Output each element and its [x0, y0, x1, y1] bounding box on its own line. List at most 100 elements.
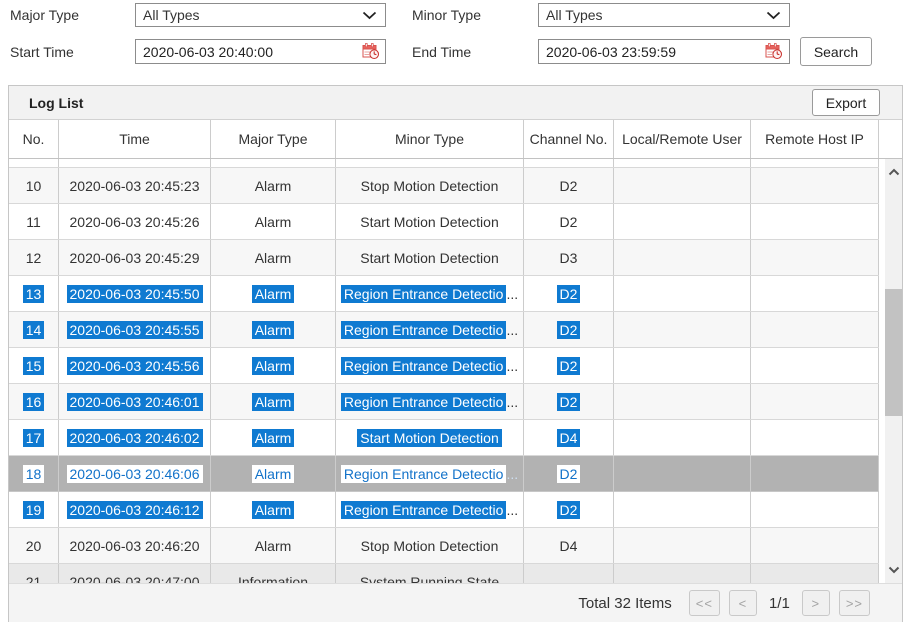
table-cell: [614, 420, 751, 455]
search-button[interactable]: Search: [800, 37, 872, 66]
table-cell: 16: [9, 384, 59, 419]
column-header: Major Type: [211, 120, 336, 158]
table-cell: Alarm: [211, 384, 336, 419]
table-row[interactable]: 112020-06-03 20:45:26AlarmStart Motion D…: [9, 204, 879, 240]
table-cell: 2020-06-03 20:45:56: [59, 348, 211, 383]
table-cell: [751, 492, 879, 527]
table-cell: D2: [524, 312, 614, 347]
end-time-input[interactable]: [538, 39, 790, 64]
highlighted-text: D2: [557, 285, 581, 303]
calendar-icon[interactable]: [362, 43, 380, 60]
table-cell: 19: [9, 492, 59, 527]
last-page-button[interactable]: >>: [839, 590, 870, 616]
log-list-title: Log List: [29, 95, 83, 111]
table-cell: [751, 168, 879, 203]
minor-type-label: Minor Type: [412, 3, 481, 27]
column-header: Time: [59, 120, 211, 158]
table-cell: 2020-06-03 20:46:20: [59, 528, 211, 563]
table-cell: Stop Motion Detection: [336, 168, 524, 203]
table-cell: Region Entrance Detectio...: [336, 492, 524, 527]
table-row[interactable]: 122020-06-03 20:45:29AlarmStart Motion D…: [9, 240, 879, 276]
table-cell: [751, 348, 879, 383]
log-list-header: Log List Export: [9, 86, 902, 120]
table-cell: Start Motion Detection: [336, 204, 524, 239]
table-cell: [751, 564, 879, 583]
ellipsis-text: ...: [506, 466, 518, 482]
highlighted-text: Alarm: [252, 285, 295, 303]
table-body: 102020-06-03 20:45:23AlarmStop Motion De…: [9, 159, 902, 583]
table-cell: D2: [524, 276, 614, 311]
table-cell: Alarm: [211, 348, 336, 383]
table-cell: Information: [211, 564, 336, 583]
highlighted-text: 18: [23, 465, 45, 483]
minor-type-select[interactable]: All Types: [538, 3, 790, 27]
highlighted-text: Alarm: [252, 501, 295, 519]
table-cell: [751, 204, 879, 239]
ellipsis-text: ...: [506, 322, 518, 338]
table-cell: 10: [9, 168, 59, 203]
scroll-down-icon[interactable]: [885, 561, 902, 579]
column-header: No.: [9, 120, 59, 158]
highlighted-text: 2020-06-03 20:46:02: [67, 429, 203, 447]
table-cell: D2: [524, 168, 614, 203]
calendar-icon[interactable]: [765, 43, 783, 60]
export-button[interactable]: Export: [812, 89, 880, 116]
table-cell: Alarm: [211, 528, 336, 563]
table-row[interactable]: 202020-06-03 20:46:20AlarmStop Motion De…: [9, 528, 879, 564]
table-cell: 2020-06-03 20:45:50: [59, 276, 211, 311]
major-type-select[interactable]: All Types: [135, 3, 386, 27]
table-row[interactable]: 152020-06-03 20:45:56AlarmRegion Entranc…: [9, 348, 879, 384]
table-cell: Stop Motion Detection: [336, 528, 524, 563]
table-cell: Alarm: [211, 492, 336, 527]
table-cell: [614, 204, 751, 239]
highlighted-text: Alarm: [252, 357, 295, 375]
prev-page-button[interactable]: <: [729, 590, 757, 616]
table-cell: 2020-06-03 20:45:23: [59, 168, 211, 203]
scrollbar[interactable]: [885, 159, 902, 583]
highlighted-text: Start Motion Detection: [357, 429, 502, 447]
scrollbar-thumb[interactable]: [885, 289, 902, 416]
table-cell: [614, 492, 751, 527]
table-cell: Region Entrance Detectio...: [336, 276, 524, 311]
table-row[interactable]: 132020-06-03 20:45:50AlarmRegion Entranc…: [9, 276, 879, 312]
column-header: Local/Remote User: [614, 120, 751, 158]
table-cell: Region Entrance Detectio...: [336, 456, 524, 491]
highlighted-text: Region Entrance Detectio: [341, 357, 507, 375]
table-cell: [614, 159, 751, 167]
scroll-up-icon[interactable]: [885, 163, 902, 181]
table-row[interactable]: 19 2020-06-03 20:46:12 Alarm Region Entranc…: [9, 492, 879, 528]
total-items-label: Total 32 Items: [578, 595, 671, 612]
table-cell: [614, 276, 751, 311]
highlighted-text: 19: [23, 501, 45, 519]
highlighted-text: Region Entrance Detectio: [341, 501, 507, 519]
highlighted-text: Alarm: [252, 465, 295, 483]
table-row[interactable]: 172020-06-03 20:46:02AlarmStart Motion D…: [9, 420, 879, 456]
highlighted-text: 2020-06-03 20:45:50: [67, 285, 203, 303]
highlighted-text: 14: [23, 321, 45, 339]
column-header: Minor Type: [336, 120, 524, 158]
major-type-label: Major Type: [10, 3, 79, 27]
table-row[interactable]: 162020-06-03 20:46:01AlarmRegion Entranc…: [9, 384, 879, 420]
table-cell: Alarm: [211, 240, 336, 275]
table-row[interactable]: 142020-06-03 20:45:55AlarmRegion Entranc…: [9, 312, 879, 348]
table-cell: [751, 312, 879, 347]
ellipsis-text: ...: [506, 502, 518, 518]
table-row[interactable]: [9, 159, 879, 168]
highlighted-text: 2020-06-03 20:46:12: [67, 501, 203, 519]
table-cell: Alarm: [211, 276, 336, 311]
log-list-panel: Log List Export No.TimeMajor TypeMinor T…: [8, 85, 903, 622]
first-page-button[interactable]: <<: [689, 590, 720, 616]
highlighted-text: 17: [23, 429, 45, 447]
table-row[interactable]: 212020-06-03 20:47:00InformationSystem R…: [9, 564, 879, 583]
chevron-down-icon: [362, 11, 377, 20]
table-cell: [524, 159, 614, 167]
start-time-input[interactable]: [135, 39, 386, 64]
table-cell: [751, 159, 879, 167]
table-cell: Region Entrance Detectio...: [336, 312, 524, 347]
next-page-button[interactable]: >: [802, 590, 830, 616]
highlighted-text: D2: [557, 321, 581, 339]
table-cell: 14: [9, 312, 59, 347]
table-row[interactable]: 102020-06-03 20:45:23AlarmStop Motion De…: [9, 168, 879, 204]
table-row[interactable]: 182020-06-03 20:46:06AlarmRegion Entranc…: [9, 456, 879, 492]
highlighted-text: 2020-06-03 20:45:56: [67, 357, 203, 375]
